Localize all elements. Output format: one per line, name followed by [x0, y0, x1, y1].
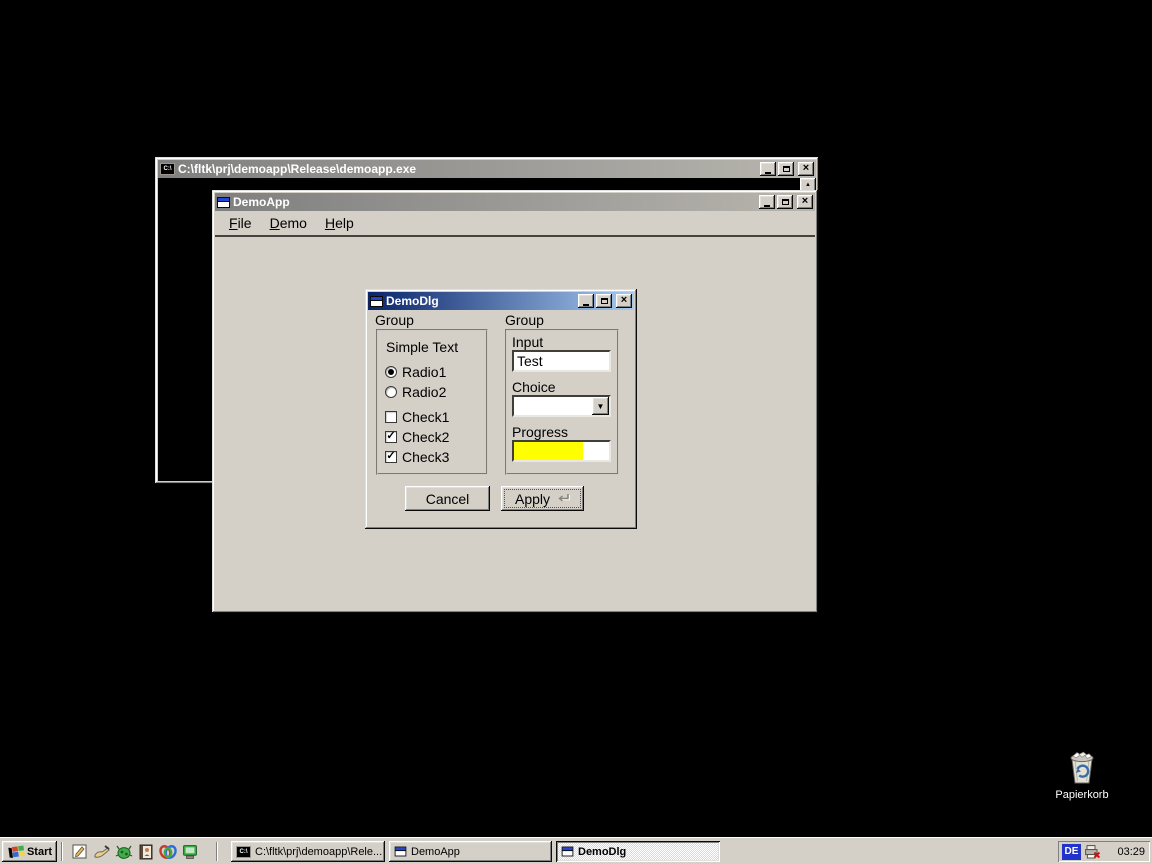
maximize-icon — [783, 166, 790, 172]
close-icon: × — [802, 196, 808, 207]
left-group-box: Simple Text Radio1 Radio2 ✓ Check1 ✓ Che… — [376, 329, 488, 475]
quicklaunch-loops-icon[interactable] — [158, 842, 178, 862]
window-icon — [217, 197, 230, 208]
menu-demo[interactable]: Demo — [262, 213, 315, 233]
recycle-bin-desktop-icon[interactable]: Papierkorb — [1046, 748, 1118, 801]
close-button[interactable]: × — [616, 294, 632, 308]
start-label: Start — [27, 846, 52, 858]
check3-label: Check3 — [402, 449, 449, 465]
check2-checkbox[interactable]: ✓ — [385, 431, 397, 443]
chevron-down-icon: ▼ — [597, 402, 605, 411]
windows-logo-icon — [7, 844, 25, 860]
quicklaunch-monitor-icon[interactable] — [180, 842, 200, 862]
menu-help[interactable]: Help — [317, 213, 362, 233]
check1-label: Check1 — [402, 409, 449, 425]
progress-label: Progress — [512, 424, 568, 440]
minimize-icon — [764, 205, 770, 207]
printer-error-icon[interactable] — [1084, 844, 1101, 860]
input-label: Input — [512, 334, 543, 350]
simple-text-label: Simple Text — [386, 339, 458, 355]
close-icon: × — [621, 295, 627, 306]
enter-key-icon — [555, 493, 570, 504]
demodlg-dialog: DemoDlg × Group Simple Text Radio1 Radio… — [365, 289, 637, 529]
menu-bar: File Demo Help — [215, 211, 815, 237]
left-group-label: Group — [375, 312, 414, 328]
minimize-icon — [765, 172, 771, 174]
demoapp-titlebar[interactable]: DemoApp × — [215, 193, 815, 211]
taskbar: Start C:\ C:\fltk\prj\demoapp\Rele... De… — [0, 837, 1152, 864]
demodlg-titlebar[interactable]: DemoDlg × — [368, 292, 634, 310]
taskbar-clock[interactable]: 03:29 — [1117, 846, 1145, 858]
choice-label: Choice — [512, 379, 556, 395]
window-icon — [395, 847, 407, 857]
maximize-icon — [601, 298, 608, 304]
close-icon: × — [803, 163, 809, 174]
check1-checkbox[interactable]: ✓ — [385, 411, 397, 423]
console-prompt-icon: C:\ — [160, 163, 175, 175]
check3-checkbox[interactable]: ✓ — [385, 451, 397, 463]
language-indicator[interactable]: DE — [1062, 844, 1081, 860]
taskbar-button-console[interactable]: C:\ C:\fltk\prj\demoapp\Rele... — [231, 841, 385, 862]
console-prompt-icon: C:\ — [236, 846, 251, 858]
console-titlebar[interactable]: C:\ C:\fltk\prj\demoapp\Release\demoapp.… — [158, 160, 816, 178]
dropdown-arrow-button[interactable]: ▼ — [592, 397, 609, 415]
taskbar-button-demodlg[interactable]: DemoDlg — [556, 841, 720, 862]
quicklaunch-book-icon[interactable] — [136, 842, 156, 862]
taskbar-separator — [61, 842, 63, 861]
minimize-button[interactable] — [578, 294, 594, 308]
maximize-button[interactable] — [778, 162, 794, 176]
taskbar-button-label: DemoApp — [411, 846, 460, 858]
radio1-label: Radio1 — [402, 364, 446, 380]
progress-fill — [514, 442, 583, 460]
quicklaunch-hand-pen-icon[interactable] — [92, 842, 112, 862]
maximize-icon — [782, 199, 789, 205]
quicklaunch-notes-icon[interactable] — [70, 842, 90, 862]
taskbar-button-label: DemoDlg — [578, 846, 626, 858]
close-button[interactable]: × — [798, 162, 814, 176]
input-field[interactable] — [512, 350, 611, 372]
maximize-button[interactable] — [777, 195, 793, 209]
minimize-button[interactable] — [760, 162, 776, 176]
window-icon — [562, 847, 574, 857]
radio1-button[interactable] — [385, 366, 397, 378]
recycle-bin-icon — [1065, 748, 1099, 786]
scroll-up-icon: ▲ — [805, 182, 811, 188]
radio2-button[interactable] — [385, 386, 397, 398]
minimize-button[interactable] — [759, 195, 775, 209]
check2-label: Check2 — [402, 429, 449, 445]
console-window-title: C:\fltk\prj\demoapp\Release\demoapp.exe — [178, 160, 757, 178]
taskbar-button-label: C:\fltk\prj\demoapp\Rele... — [255, 846, 382, 858]
choice-dropdown[interactable]: ▼ — [512, 395, 611, 417]
demoapp-window-title: DemoApp — [233, 193, 756, 211]
start-button[interactable]: Start — [2, 841, 57, 862]
recycle-bin-label: Papierkorb — [1055, 789, 1108, 801]
close-button[interactable]: × — [797, 195, 813, 209]
taskbar-button-demoapp[interactable]: DemoApp — [389, 841, 552, 862]
window-icon — [370, 296, 383, 307]
apply-button[interactable]: Apply — [501, 486, 584, 511]
system-tray: DE 03:29 — [1058, 841, 1150, 862]
minimize-icon — [583, 304, 589, 306]
right-group-label: Group — [505, 312, 544, 328]
taskbar-separator — [216, 842, 218, 861]
radio2-label: Radio2 — [402, 384, 446, 400]
cancel-button[interactable]: Cancel — [405, 486, 490, 511]
quicklaunch-bug-icon[interactable] — [114, 842, 134, 862]
demodlg-title: DemoDlg — [386, 292, 575, 310]
progress-bar — [512, 440, 611, 462]
maximize-button[interactable] — [596, 294, 612, 308]
right-group-box: Input Choice ▼ Progress — [505, 329, 619, 475]
menu-file[interactable]: File — [221, 213, 260, 233]
